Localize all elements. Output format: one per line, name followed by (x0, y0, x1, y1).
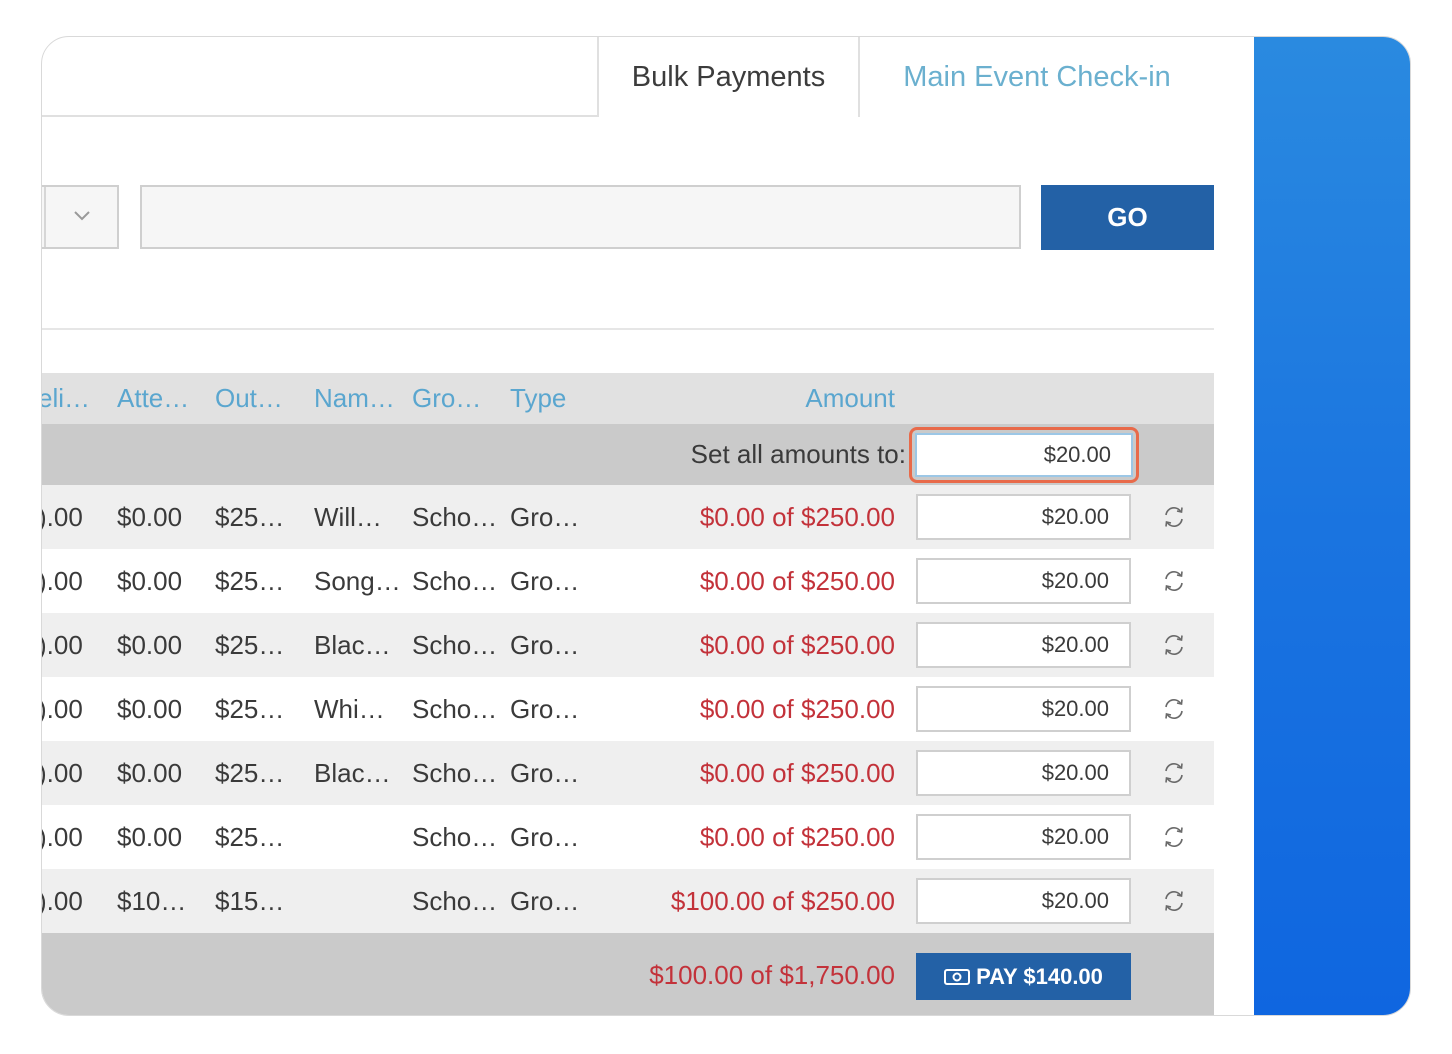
set-all-focus-ring (909, 427, 1139, 483)
app-frame: Bulk Payments Main Event Check-in GO eli… (41, 36, 1411, 1016)
table-row: ).00 $0.00 $25… Whi… Scho… Gro… $0.00 of $250.… (42, 677, 1214, 741)
cell-group: Scho… (412, 693, 498, 724)
cell-name: Blac… (314, 629, 391, 660)
cell-eligible: ).00 (41, 629, 83, 660)
cash-icon (944, 968, 971, 985)
payment-amount-input[interactable] (916, 494, 1131, 540)
cell-name: Blac… (314, 757, 391, 788)
cell-outstanding: $25… (215, 501, 285, 532)
table-row: ).00 $10… $15… Scho… Gro… $100.00 of $250.00 (42, 869, 1214, 933)
cell-attendee: $0.00 (117, 501, 183, 532)
cell-group: Scho… (412, 821, 498, 852)
payment-amount-input[interactable] (916, 686, 1131, 732)
tab-main-event-check-in[interactable]: Main Event Check-in (860, 37, 1214, 117)
table-row: ).00 $0.00 $25… Song… Scho… Gro… $0.00 of $250… (42, 549, 1214, 613)
cell-name: Whi… (314, 693, 385, 724)
filter-select[interactable] (42, 185, 119, 249)
cell-attendee: $0.00 (117, 693, 183, 724)
header-outstanding[interactable]: Out… (215, 373, 283, 424)
payment-amount-input[interactable] (916, 814, 1131, 860)
select-divider (44, 187, 46, 247)
cell-amount: $0.00 of $250.00 (699, 629, 895, 660)
cell-eligible: ).00 (41, 693, 83, 724)
cell-attendee: $10… (117, 885, 187, 916)
cell-eligible: ).00 (41, 885, 83, 916)
pay-button-label: PAY $140.00 (976, 963, 1103, 989)
cell-name: Will… (314, 501, 382, 532)
header-amount[interactable]: Amount (642, 373, 895, 424)
cell-outstanding: $25… (215, 757, 285, 788)
cell-attendee: $0.00 (117, 565, 183, 596)
cell-outstanding: $25… (215, 629, 285, 660)
cell-amount: $0.00 of $250.00 (699, 693, 895, 724)
cell-attendee: $0.00 (117, 757, 183, 788)
side-panel (1254, 37, 1410, 1015)
set-all-amount-input[interactable] (915, 433, 1133, 477)
payment-amount-input[interactable] (916, 622, 1131, 668)
payment-amount-input[interactable] (916, 750, 1131, 796)
cell-amount: $100.00 of $250.00 (670, 885, 895, 916)
pay-button[interactable]: PAY $140.00 (916, 953, 1131, 1000)
header-eligible[interactable]: eli… (42, 373, 90, 424)
table-header: eli… Atte… Out… Nam… Gro… Type Amount (42, 373, 1214, 424)
refresh-icon[interactable] (1160, 887, 1188, 915)
cell-attendee: $0.00 (117, 629, 183, 660)
set-all-row: Set all amounts to: (42, 424, 1214, 485)
cell-group: Scho… (412, 757, 498, 788)
table-row: ).00 $0.00 $25… Will… Scho… Gro… $0.00 of $250… (42, 485, 1214, 549)
cell-group: Scho… (412, 565, 498, 596)
header-name[interactable]: Nam… (314, 373, 395, 424)
header-attendee[interactable]: Atte… (117, 373, 189, 424)
header-type[interactable]: Type (510, 373, 566, 424)
tab-bulk-payments[interactable]: Bulk Payments (597, 37, 860, 117)
table-row: ).00 $0.00 $25… Scho… Gro… $0.00 of $250.00 (42, 805, 1214, 869)
cell-eligible: ).00 (41, 565, 83, 596)
refresh-icon[interactable] (1160, 503, 1188, 531)
chevron-down-icon (74, 211, 90, 221)
search-input[interactable] (140, 185, 1021, 249)
refresh-icon[interactable] (1160, 823, 1188, 851)
refresh-icon[interactable] (1160, 567, 1188, 595)
cell-outstanding: $15… (215, 885, 285, 916)
go-button[interactable]: GO (1041, 185, 1214, 250)
cell-outstanding: $25… (215, 565, 285, 596)
cell-attendee: $0.00 (117, 821, 183, 852)
cell-outstanding: $25… (215, 693, 285, 724)
refresh-icon[interactable] (1160, 695, 1188, 723)
set-all-label: Set all amounts to: (690, 439, 906, 469)
cell-amount: $0.00 of $250.00 (699, 565, 895, 596)
cell-amount: $0.00 of $250.00 (699, 821, 895, 852)
total-amount: $100.00 of $1,750.00 (649, 960, 895, 990)
cell-name: Song… (314, 565, 401, 596)
cell-group: Scho… (412, 629, 498, 660)
section-divider (42, 328, 1214, 330)
cell-eligible: ).00 (41, 821, 83, 852)
cell-amount: $0.00 of $250.00 (699, 757, 895, 788)
cell-eligible: ).00 (41, 501, 83, 532)
cell-group: Scho… (412, 501, 498, 532)
payment-amount-input[interactable] (916, 558, 1131, 604)
header-group[interactable]: Gro… (412, 373, 481, 424)
cell-eligible: ).00 (41, 757, 83, 788)
payment-amount-input[interactable] (916, 878, 1131, 924)
table-footer: $100.00 of $1,750.00 PAY $140.00 (42, 933, 1214, 1015)
cell-outstanding: $25… (215, 821, 285, 852)
cell-group: Scho… (412, 885, 498, 916)
refresh-icon[interactable] (1160, 631, 1188, 659)
table-row: ).00 $0.00 $25… Blac… Scho… Gro… $0.00 of $250… (42, 613, 1214, 677)
table-row: ).00 $0.00 $25… Blac… Scho… Gro… $0.00 of $250… (42, 741, 1214, 805)
refresh-icon[interactable] (1160, 759, 1188, 787)
cell-amount: $0.00 of $250.00 (699, 501, 895, 532)
